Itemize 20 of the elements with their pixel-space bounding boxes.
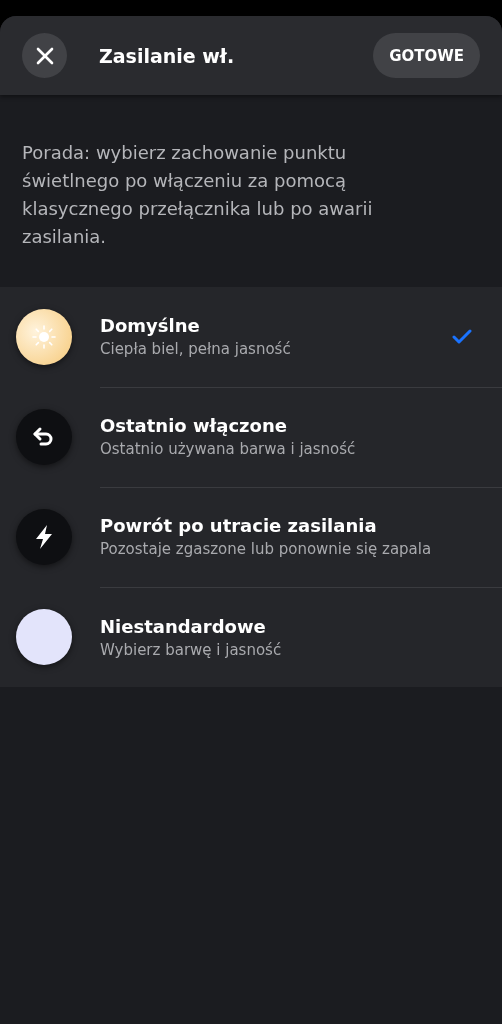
option-item[interactable]: Ostatnio włączone Ostatnio używana barwa i jasność <box>100 386 502 488</box>
header-title: Zasilanie wł. <box>99 44 236 67</box>
option-title: Domyślne <box>100 315 201 336</box>
option-subtitle: Ostatnio używana barwa i jasność <box>100 440 357 458</box>
option-item[interactable]: Domyślne Ciepła biel, pełna jasność <box>100 286 502 388</box>
option-title: Ostatnio włączone <box>100 415 288 436</box>
done-button[interactable]: GOTOWE <box>373 33 480 78</box>
option-title: Niestandardowe <box>100 615 267 637</box>
close-button[interactable] <box>22 33 67 78</box>
option-subtitle: Pozostaje zgaszone lub ponownie się zapala <box>100 540 433 558</box>
close-icon <box>35 46 54 65</box>
option-item[interactable]: Niestandardowe Wybierz barwę i jasność <box>100 587 502 687</box>
option-item[interactable]: Powrót po utracie zasilania Pozostaje zgaszone lub ponownie się zapala <box>100 486 502 588</box>
option-title: Powrót po utracie zasilania <box>100 515 378 536</box>
option-subtitle: Ciepła biel, pełna jasność <box>100 340 292 358</box>
sun-icon <box>31 324 57 350</box>
option-subtitle: Wybierz barwę i jasność <box>100 640 283 659</box>
tip-text: Porada: wybierz zachowanie punktu świetlnego po włączeniu za pomocą klasycznego przełącznika lub po awarii zasilania. <box>21 141 374 249</box>
custom-color-circle <box>16 609 72 665</box>
lightning-icon <box>33 524 55 550</box>
